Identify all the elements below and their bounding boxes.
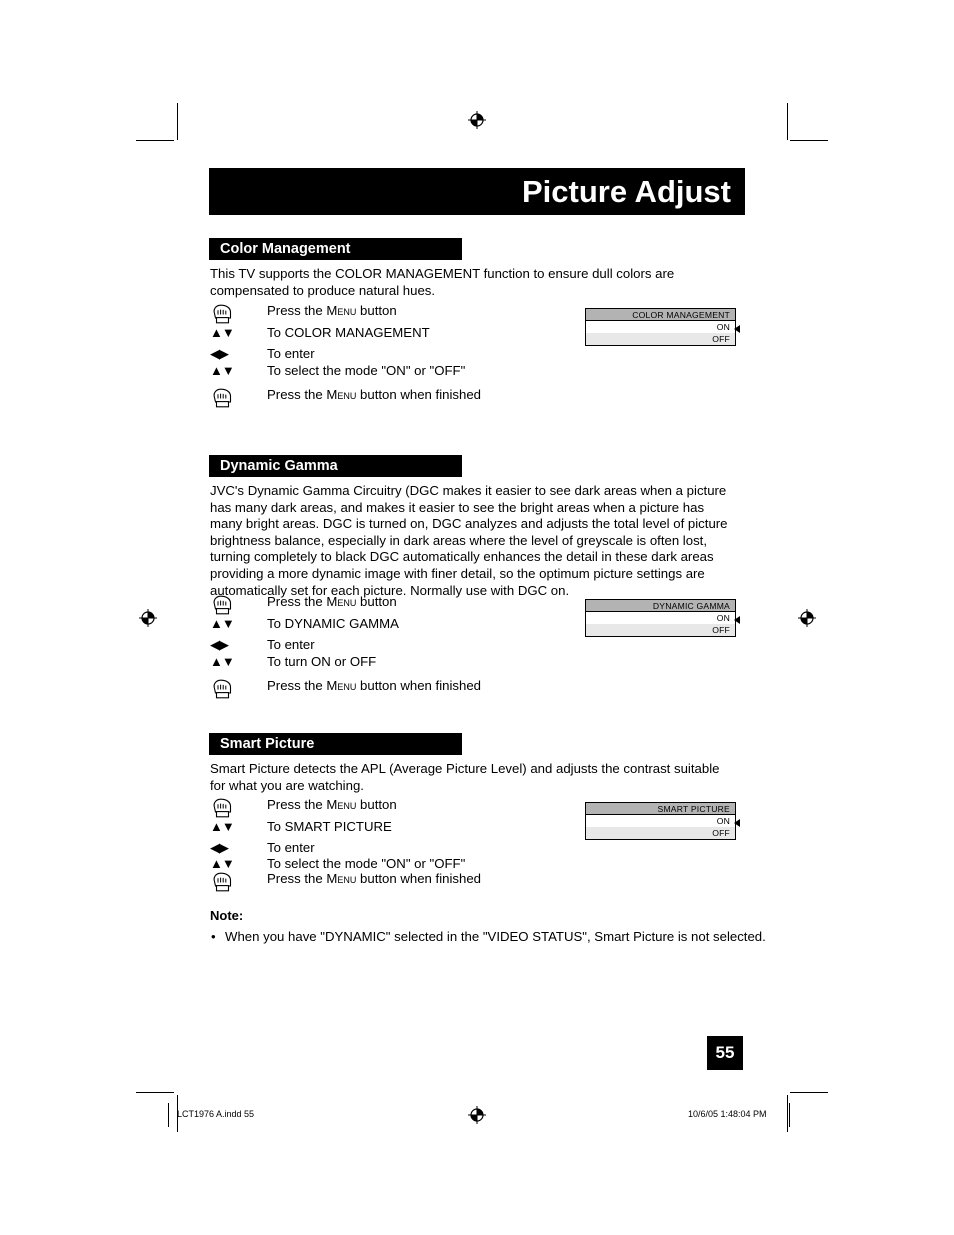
up-down-arrows-icon: ▲▼ (210, 856, 235, 871)
section-body-dynamic-gamma: JVC's Dynamic Gamma Circuitry (DGC makes… (210, 483, 728, 598)
registration-mark-left (138, 608, 158, 628)
hand-press-icon (210, 797, 256, 819)
step-row: ▲▼ To DYNAMIC GAMMA (210, 616, 610, 637)
step-label: Press the Menu button (267, 594, 397, 609)
step-row: Press the Menu button when finished (210, 871, 610, 893)
osd-title: COLOR MANAGEMENT (586, 309, 735, 321)
left-right-arrows-icon: ◀▶ (210, 637, 229, 652)
step-label: Press the Menu button (267, 303, 397, 318)
step-label: Press the Menu button when finished (267, 387, 482, 402)
registration-mark-bottom (467, 1105, 487, 1125)
osd-menu-dynamic-gamma: DYNAMIC GAMMA ON OFF (585, 599, 740, 637)
up-down-arrows-icon: ▲▼ (210, 819, 235, 834)
step-label: To enter (267, 346, 315, 361)
step-label: To COLOR MANAGEMENT (267, 325, 430, 340)
footer-timestamp: 10/6/05 1:48:04 PM (688, 1109, 767, 1119)
page-number-badge: 55 (707, 1036, 743, 1070)
left-right-arrows-icon: ◀▶ (210, 840, 229, 855)
section-body-color-management: This TV supports the COLOR MANAGEMENT fu… (210, 266, 675, 298)
step-row: Press the Menu button when finished (210, 678, 610, 700)
hand-press-icon (210, 678, 256, 700)
osd-title: DYNAMIC GAMMA (586, 600, 735, 612)
steps-color-management: Press the Menu button ▲▼ To COLOR MANAGE… (210, 303, 610, 409)
step-row: ▲▼ To select the mode "ON" or "OFF" (210, 856, 610, 871)
osd-option-off[interactable]: OFF (586, 624, 735, 636)
registration-mark-right (797, 608, 817, 628)
hand-press-icon (210, 871, 256, 893)
osd-cursor-icon (734, 616, 740, 624)
step-row: Press the Menu button (210, 594, 610, 616)
osd-option-on[interactable]: ON (586, 815, 735, 827)
step-row: ◀▶ To enter (210, 637, 610, 654)
step-label: To select the mode "ON" or "OFF" (267, 856, 466, 871)
step-row: Press the Menu button (210, 797, 610, 819)
crop-mark-bottom-right-horizontal (790, 1092, 828, 1093)
osd-option-off[interactable]: OFF (586, 827, 735, 839)
osd-cursor-icon (734, 325, 740, 333)
step-row: Press the Menu button (210, 303, 610, 325)
hand-press-icon (210, 303, 256, 325)
section-header-color-management: Color Management (209, 238, 462, 260)
steps-smart-picture: Press the Menu button ▲▼ To SMART PICTUR… (210, 797, 610, 893)
hand-press-icon (210, 387, 256, 409)
step-row: Press the Menu button when finished (210, 387, 610, 409)
osd-option-on[interactable]: ON (586, 321, 735, 333)
page-title-banner: Picture Adjust (209, 168, 745, 215)
step-label: Press the Menu button (267, 797, 397, 812)
osd-option-on[interactable]: ON (586, 612, 735, 624)
osd-menu-color-management: COLOR MANAGEMENT ON OFF (585, 308, 740, 346)
section-header-smart-picture: Smart Picture (209, 733, 462, 755)
bullet-icon: • (211, 929, 216, 944)
note-item-text: When you have "DYNAMIC" selected in the … (225, 929, 766, 944)
step-row: ◀▶ To enter (210, 840, 610, 856)
osd-option-off[interactable]: OFF (586, 333, 735, 345)
crop-mark-bottom-right-vertical (787, 1095, 788, 1132)
page-number: 55 (715, 1043, 735, 1062)
note-heading: Note: (210, 908, 244, 923)
crop-mark-top-right-horizontal (790, 140, 828, 141)
footer-tick-left (168, 1103, 169, 1127)
section-header-dynamic-gamma: Dynamic Gamma (209, 455, 462, 477)
step-label: To SMART PICTURE (267, 819, 392, 834)
step-row: ▲▼ To COLOR MANAGEMENT (210, 325, 610, 346)
step-label: To turn ON or OFF (267, 654, 377, 669)
section-heading-label: Dynamic Gamma (220, 457, 338, 474)
osd-menu-smart-picture: SMART PICTURE ON OFF (585, 802, 740, 840)
step-row: ▲▼ To SMART PICTURE (210, 819, 610, 840)
crop-mark-top-left-vertical (177, 103, 178, 140)
manual-page: Picture Adjust Color Management This TV … (0, 0, 954, 1235)
crop-mark-top-left-horizontal (136, 140, 174, 141)
left-right-arrows-icon: ◀▶ (210, 346, 229, 361)
footer-filename: LCT1976 A.indd 55 (177, 1109, 255, 1119)
step-row: ◀▶ To enter (210, 346, 610, 363)
up-down-arrows-icon: ▲▼ (210, 325, 235, 340)
step-label: To DYNAMIC GAMMA (267, 616, 399, 631)
section-heading-label: Color Management (220, 240, 351, 257)
step-label: To select the mode "ON" or "OFF" (267, 363, 466, 378)
section-heading-label: Smart Picture (220, 735, 315, 752)
footer-tick-right (789, 1103, 790, 1127)
steps-dynamic-gamma: Press the Menu button ▲▼ To DYNAMIC GAMM… (210, 594, 610, 700)
step-label: To enter (267, 637, 315, 652)
step-label: Press the Menu button when finished (267, 678, 482, 693)
page-title: Picture Adjust (522, 174, 731, 209)
crop-mark-top-right-vertical (787, 103, 788, 140)
step-label: Press the Menu button when finished (267, 871, 482, 886)
osd-cursor-icon (734, 819, 740, 827)
registration-mark-top (467, 110, 487, 130)
note-item: • When you have "DYNAMIC" selected in th… (211, 929, 771, 945)
up-down-arrows-icon: ▲▼ (210, 616, 235, 631)
hand-press-icon (210, 594, 256, 616)
step-row: ▲▼ To select the mode "ON" or "OFF" (210, 363, 610, 387)
up-down-arrows-icon: ▲▼ (210, 363, 235, 378)
osd-title: SMART PICTURE (586, 803, 735, 815)
step-label: To enter (267, 840, 315, 855)
up-down-arrows-icon: ▲▼ (210, 654, 235, 669)
section-body-smart-picture: Smart Picture detects the APL (Average P… (210, 761, 720, 793)
crop-mark-bottom-left-horizontal (136, 1092, 174, 1093)
step-row: ▲▼ To turn ON or OFF (210, 654, 610, 678)
